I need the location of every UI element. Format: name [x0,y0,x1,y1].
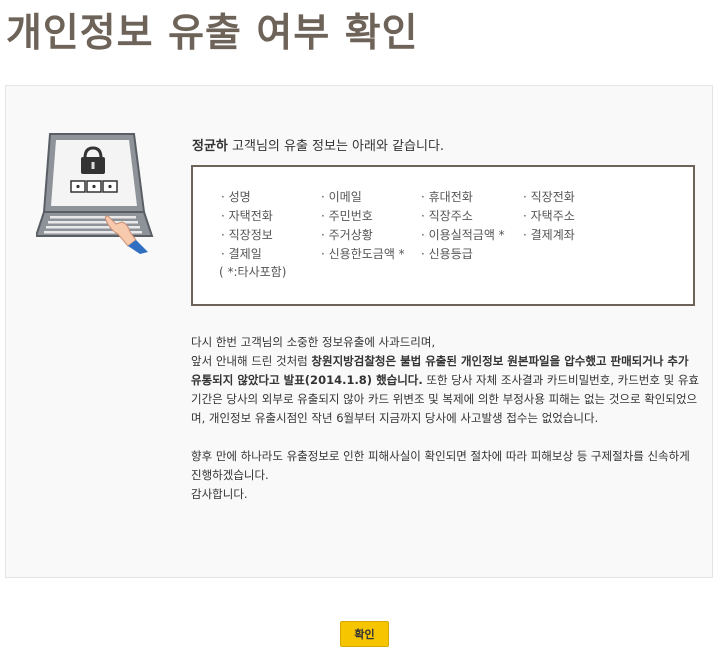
message-line-1: 다시 한번 고객님의 소중한 정보유출에 사과드리며, [191,335,436,349]
leak-info-box: · 성명 · 이메일 · 휴대전화 · 직장전화 · 자택전화 · 주민번호 ·… [191,165,695,306]
leak-item: · 주민번호 [321,209,373,223]
apology-message: 다시 한번 고객님의 소중한 정보유출에 사과드리며, 앞서 안내해 드린 것처… [191,333,701,504]
customer-name: 정균하 [192,139,228,154]
confirm-button[interactable]: 확인 [340,621,389,647]
message-paragraph-3: 감사합니다. [191,487,248,501]
laptop-lock-illustration [36,133,154,254]
message-pre: 앞서 안내해 드린 것처럼 [191,354,312,368]
greeting-suffix: 고객님의 유출 정보는 아래와 같습니다. [227,139,445,154]
leak-item: · 직장전화 [523,190,575,204]
leak-item: · 성명 [221,190,251,204]
message-paragraph-2: 향후 만에 하나라도 유출정보로 인한 피해사실이 확인되면 절차에 따라 피해… [191,449,690,482]
leak-item: · 신용한도금액 * [321,247,405,261]
greeting-text: 정균하 고객님의 유출 정보는 아래와 같습니다. [192,135,444,154]
leak-item: · 이메일 [321,190,362,204]
leak-note: ( *:타사포함) [219,265,287,279]
leak-item: · 이용실적금액 * [421,228,505,242]
leak-item: · 휴대전화 [421,190,473,204]
message-paragraph-1: 다시 한번 고객님의 소중한 정보유출에 사과드리며, 앞서 안내해 드린 것처… [191,333,701,428]
leak-item: · 결제계좌 [523,228,575,242]
page-title: 개인정보 유출 여부 확인 [6,11,419,56]
content-panel: 정균하 고객님의 유출 정보는 아래와 같습니다. · 성명 · 이메일 · 휴… [5,85,713,578]
leak-item: · 결제일 [221,247,262,261]
leak-item: · 자택전화 [221,209,273,223]
leak-item: · 신용등급 [421,247,473,261]
leak-items-grid: · 성명 · 이메일 · 휴대전화 · 직장전화 · 자택전화 · 주민번호 ·… [221,189,631,262]
leak-item: · 자택주소 [523,209,575,223]
leak-item: · 직장정보 [221,228,273,242]
leak-item: · 직장주소 [421,209,473,223]
leak-item: · 주거상황 [321,228,373,242]
